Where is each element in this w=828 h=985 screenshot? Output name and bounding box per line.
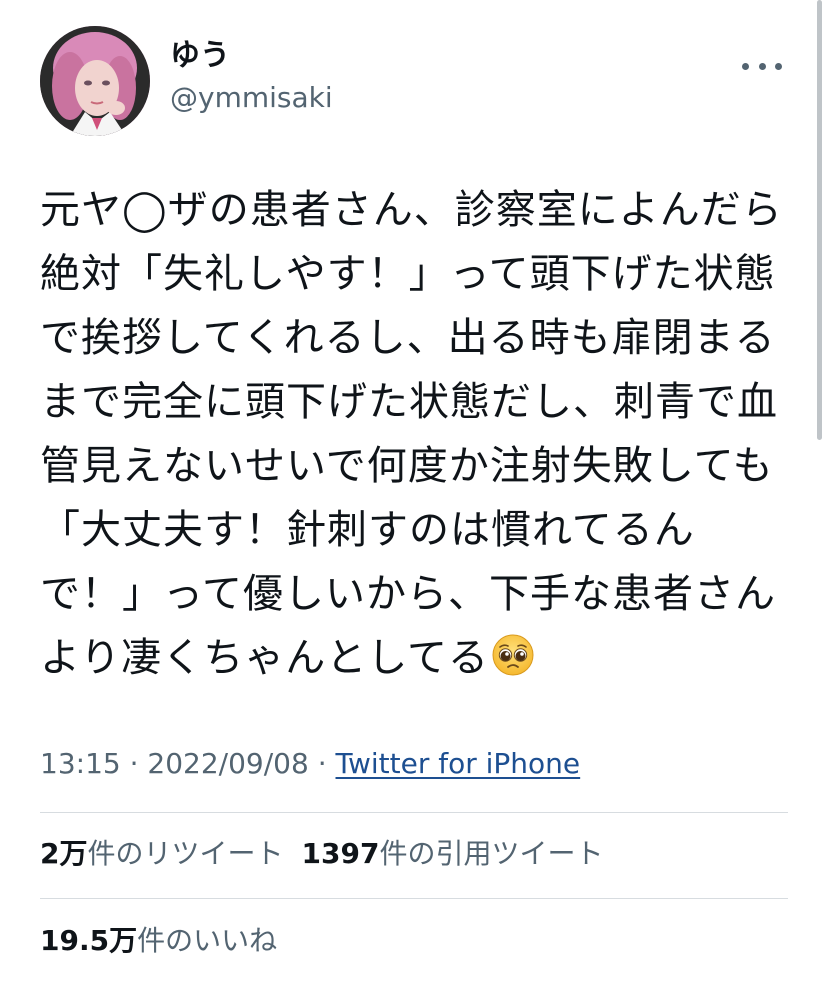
user-handle[interactable]: @ymmisaki [170, 78, 333, 118]
likes-unit: 万 [109, 924, 138, 957]
likes-stats-row: 19.5万件のいいね [40, 921, 277, 961]
quotes-stat[interactable]: 1397件の引用ツイート [302, 837, 604, 870]
scrollbar[interactable] [817, 0, 822, 440]
avatar-image [40, 26, 150, 136]
divider [40, 812, 788, 813]
tweet-body: 元ヤ◯ザの患者さん、診察室によんだら絶対「失礼しやす！」って頭下げた状態で挨拶し… [40, 178, 795, 690]
tweet-text: 元ヤ◯ザの患者さん、診察室によんだら絶対「失礼しやす！」って頭下げた状態で挨拶し… [40, 187, 783, 681]
tweet-time[interactable]: 13:15 [40, 747, 121, 780]
retweets-count: 2 [40, 837, 60, 870]
user-names: ゆう @ymmisaki [170, 36, 333, 118]
likes-count: 19.5 [40, 924, 110, 957]
likes-label: 件のいいね [137, 924, 278, 957]
more-horizontal-icon-dot [758, 62, 766, 70]
meta-separator-2: · [308, 747, 336, 780]
source-link[interactable]: Twitter for iPhone [336, 747, 581, 780]
tweet-date[interactable]: 2022/09/08 [147, 747, 308, 780]
quotes-count: 1397 [301, 837, 380, 870]
more-horizontal-icon [742, 62, 749, 70]
meta-separator: · [120, 747, 148, 780]
retweets-label: 件のリツイート [87, 837, 284, 870]
engagement-stats-row: 2万件のリツイート 1397件の引用ツイート [40, 834, 603, 874]
divider [40, 898, 788, 899]
tweet-header: ゆう @ymmisaki [40, 26, 790, 136]
tweet-meta: 13:15 · 2022/09/08 · Twitter for iPhone [40, 744, 580, 784]
retweets-stat[interactable]: 2万件のリツイート [40, 837, 284, 870]
quotes-label: 件の引用ツイート [379, 837, 604, 870]
retweets-unit: 万 [59, 837, 88, 870]
likes-stat[interactable]: 19.5万件のいいね [40, 924, 277, 957]
more-options-button[interactable] [742, 56, 782, 76]
display-name[interactable]: ゆう [170, 36, 333, 76]
more-horizontal-icon-dot [775, 62, 782, 70]
avatar[interactable] [40, 26, 150, 136]
pleading-face-emoji [492, 634, 534, 676]
